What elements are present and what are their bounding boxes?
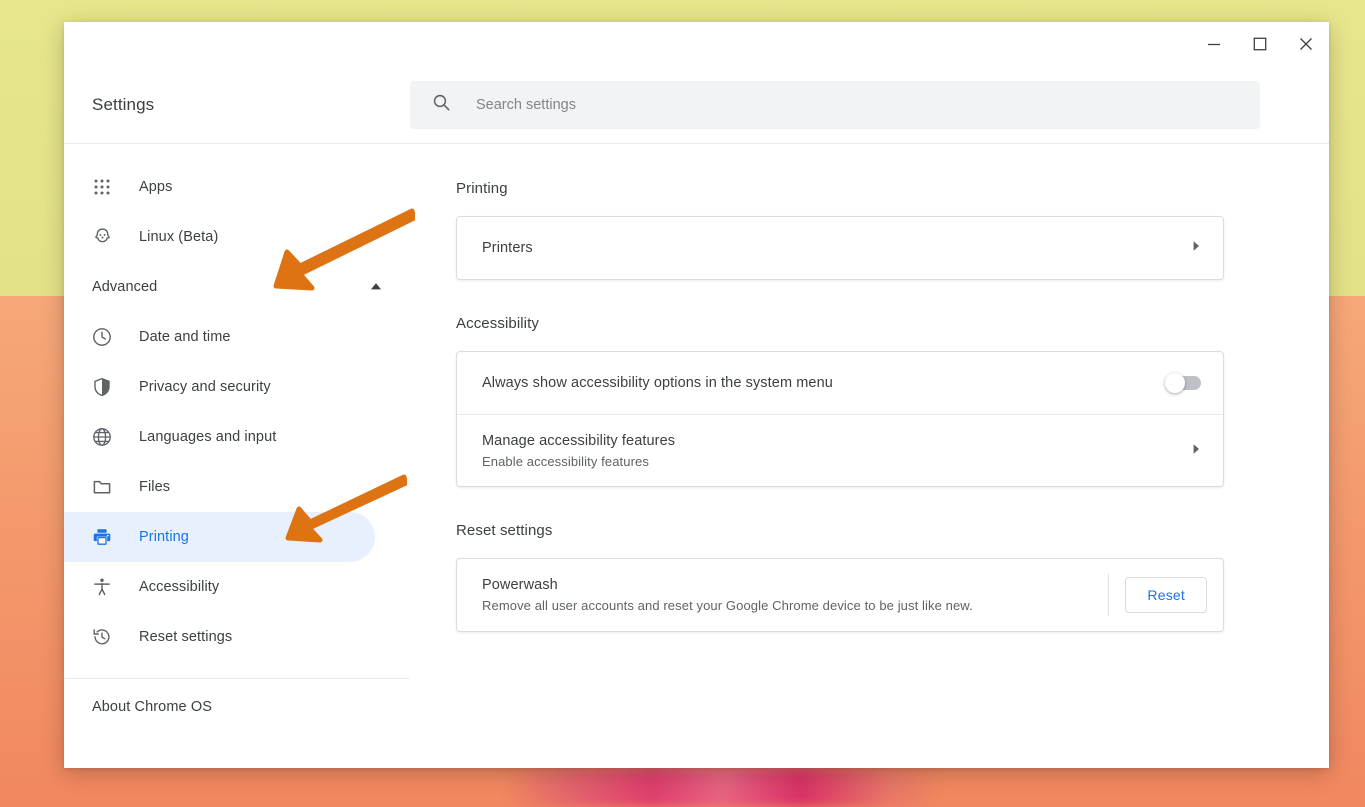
printers-row[interactable]: Printers (457, 217, 1223, 279)
sidebar-item-label: Accessibility (139, 579, 220, 595)
powerwash-row: Powerwash Remove all user accounts and r… (457, 559, 1223, 631)
sidebar-advanced-label: Advanced (92, 279, 158, 295)
printers-title: Printers (482, 240, 533, 256)
search-box[interactable] (410, 80, 1260, 129)
background-pink-blur (505, 768, 940, 807)
printer-icon (92, 527, 120, 547)
sidebar-item-label: Linux (Beta) (139, 229, 219, 245)
always-show-accessibility-toggle[interactable] (1165, 373, 1201, 393)
sidebar-item-date-and-time[interactable]: Date and time (64, 312, 410, 362)
minimize-button[interactable] (1191, 22, 1237, 66)
always-show-accessibility-title: Always show accessibility options in the… (482, 375, 833, 391)
manage-accessibility-text: Manage accessibility features Enable acc… (482, 433, 1180, 469)
settings-header: Settings (64, 66, 1329, 144)
settings-sidebar: Apps Linux (Beta) Advanced Date and time… (64, 144, 410, 767)
printing-card: Printers (456, 216, 1224, 280)
close-button[interactable] (1283, 22, 1329, 66)
powerwash-subtitle: Remove all user accounts and reset your … (482, 598, 973, 613)
sidebar-item-label: Privacy and security (139, 379, 271, 395)
section-heading-printing: Printing (456, 180, 508, 197)
section-heading-accessibility: Accessibility (456, 315, 539, 332)
toggle-knob (1165, 373, 1185, 393)
window-body: Apps Linux (Beta) Advanced Date and time… (64, 144, 1329, 767)
penguin-icon (92, 227, 120, 248)
sidebar-item-label: Reset settings (139, 629, 233, 645)
search-input[interactable] (476, 80, 1246, 129)
accessibility-person-icon (92, 577, 120, 597)
sidebar-item-label: Printing (139, 529, 189, 545)
sidebar-item-label: Apps (139, 179, 173, 195)
sidebar-item-languages-and-input[interactable]: Languages and input (64, 412, 410, 462)
clock-icon (92, 327, 120, 347)
window-titlebar (64, 22, 1329, 66)
sidebar-item-label: About Chrome OS (92, 699, 212, 715)
sidebar-item-label: Date and time (139, 329, 231, 345)
chevron-right-icon (1192, 239, 1201, 257)
reset-button[interactable]: Reset (1125, 577, 1207, 613)
sidebar-item-label: Languages and input (139, 429, 277, 445)
sidebar-item-label: Files (139, 479, 171, 495)
manage-accessibility-title: Manage accessibility features (482, 432, 676, 449)
apps-grid-icon (92, 177, 120, 197)
sidebar-item-apps[interactable]: Apps (64, 162, 410, 212)
page-title: Settings (92, 94, 155, 114)
chevron-right-icon (1192, 442, 1201, 460)
globe-icon (92, 427, 120, 447)
always-show-accessibility-text: Always show accessibility options in the… (482, 375, 1167, 391)
powerwash-divider (1108, 574, 1110, 616)
sidebar-item-files[interactable]: Files (64, 462, 410, 512)
manage-accessibility-subtitle: Enable accessibility features (482, 453, 649, 469)
settings-content: Printing Printers Accessibility Always s… (410, 144, 1329, 767)
sidebar-item-printing[interactable]: Printing (64, 512, 375, 562)
powerwash-text: Powerwash Remove all user accounts and r… (482, 577, 1100, 613)
history-restore-icon (92, 627, 120, 647)
section-heading-reset-settings: Reset settings (456, 522, 553, 539)
settings-window: Settings Apps (64, 22, 1329, 768)
always-show-accessibility-row[interactable]: Always show accessibility options in the… (457, 352, 1223, 414)
sidebar-item-privacy-and-security[interactable]: Privacy and security (64, 362, 410, 412)
accessibility-card: Always show accessibility options in the… (456, 351, 1224, 487)
chevron-up-icon (370, 278, 382, 296)
sidebar-item-accessibility[interactable]: Accessibility (64, 562, 410, 612)
shield-icon (92, 377, 120, 397)
manage-accessibility-row[interactable]: Manage accessibility features Enable acc… (457, 414, 1223, 486)
powerwash-title: Powerwash (482, 577, 558, 593)
window-controls (1191, 22, 1329, 66)
maximize-button[interactable] (1237, 22, 1283, 66)
sidebar-advanced-toggle[interactable]: Advanced (64, 262, 410, 312)
folder-icon (92, 477, 120, 497)
reset-settings-card: Powerwash Remove all user accounts and r… (456, 558, 1224, 632)
sidebar-item-reset-settings[interactable]: Reset settings (64, 612, 410, 662)
printers-row-text: Printers (482, 240, 1180, 256)
sidebar-item-about-chrome-os[interactable]: About Chrome OS (64, 679, 410, 735)
sidebar-item-linux-beta[interactable]: Linux (Beta) (64, 212, 410, 262)
search-icon (432, 93, 451, 117)
